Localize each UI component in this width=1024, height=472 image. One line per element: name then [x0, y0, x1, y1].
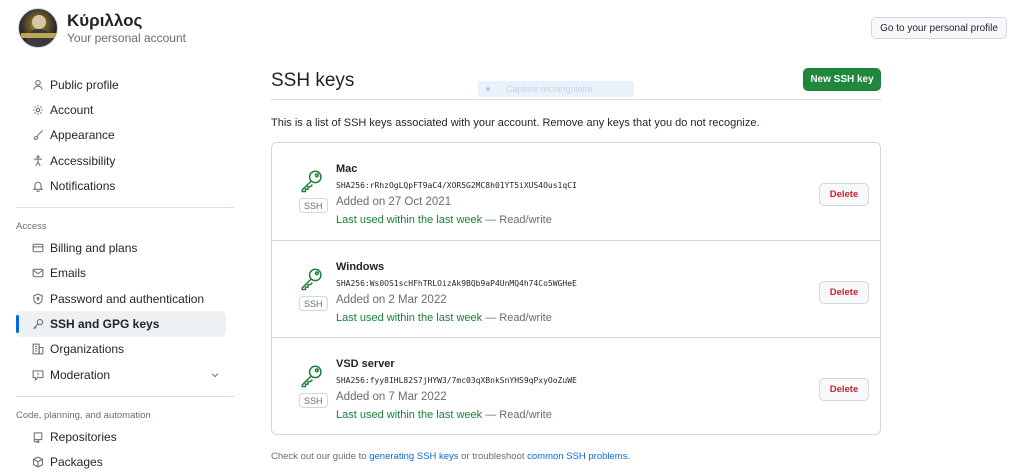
go-to-profile-button[interactable]: Go to your personal profile	[871, 17, 1007, 39]
sidebar-item-label: Packages	[50, 455, 103, 470]
key-access-level: — Read/write	[482, 214, 552, 226]
sidebar-item-label: Emails	[50, 266, 87, 281]
sidebar-item-repositories[interactable]: Repositories	[16, 424, 234, 449]
person-icon	[32, 79, 44, 91]
delete-key-button[interactable]: Delete	[819, 378, 869, 401]
ssh-key-row: SSH Mac SHA256:rRhzOgLQpFT9aC4/XOR5G2MC8…	[272, 143, 880, 240]
sidebar-item-ssh-gpg-keys[interactable]: SSH and GPG keys	[16, 311, 226, 337]
ssh-key-list: SSH Mac SHA256:rRhzOgLQpFT9aC4/XOR5G2MC8…	[271, 142, 881, 435]
sidebar-item-label: Repositories	[50, 429, 117, 444]
sidebar-item-label: Appearance	[50, 128, 115, 143]
settings-sidebar: Public profile Account Appearance Access…	[16, 72, 234, 472]
key-last-used: Last used within the last week — Read/wr…	[336, 213, 577, 227]
paintbrush-icon	[32, 129, 44, 141]
organization-icon	[32, 343, 44, 355]
key-name: Windows	[336, 261, 385, 273]
key-info: Mac SHA256:rRhzOgLQpFT9aC4/XOR5G2MC8h01Y…	[336, 162, 577, 227]
sidebar-section-access: Access	[16, 220, 47, 232]
footer-suffix: .	[627, 451, 631, 462]
key-added-date: Added on 7 Mar 2022	[336, 391, 447, 403]
ssh-badge: SSH	[299, 296, 328, 311]
common-ssh-problems-link[interactable]: common SSH problems	[527, 451, 627, 462]
sidebar-item-organizations[interactable]: Organizations	[16, 337, 234, 362]
sidebar-item-password[interactable]: Password and authentication	[16, 286, 234, 311]
key-name: VSD server	[336, 358, 395, 370]
key-icon	[299, 363, 325, 389]
sidebar-item-account[interactable]: Account	[16, 97, 234, 122]
sidebar-item-label: Billing and plans	[50, 241, 138, 256]
sidebar-item-label: Notifications	[50, 178, 116, 193]
key-info: VSD server SHA256:fyy8IHL82S7jHYW3/7mc03…	[336, 357, 577, 422]
key-name: Mac	[336, 163, 358, 175]
sidebar-item-moderation[interactable]: Moderation	[16, 362, 234, 387]
sidebar-item-label: Accessibility	[50, 153, 116, 168]
key-added-date: Added on 27 Oct 2021	[336, 196, 452, 208]
key-icon	[32, 318, 44, 330]
credit-card-icon	[32, 242, 44, 254]
key-fingerprint: SHA256:rRhzOgLQpFT9aC4/XOR5G2MC8h01YT5iX…	[336, 181, 577, 190]
sidebar-item-emails[interactable]: Emails	[16, 261, 234, 286]
account-subtitle: Your personal account	[67, 30, 186, 45]
chevron-down-icon[interactable]	[210, 369, 220, 383]
key-fingerprint: SHA256:Ws0OS1scHFhTRLOizAk9BQb9aP4UnMQ4h…	[336, 279, 577, 288]
avatar[interactable]	[18, 8, 58, 48]
report-icon	[32, 369, 44, 381]
key-icon	[299, 266, 325, 292]
key-access-level: — Read/write	[482, 409, 552, 421]
shield-lock-icon	[32, 293, 44, 305]
account-info: Κύριλλος Your personal account	[67, 11, 186, 46]
sidebar-divider	[16, 396, 234, 398]
key-info: Windows SHA256:Ws0OS1scHFhTRLOizAk9BQb9a…	[336, 260, 577, 325]
delete-key-button[interactable]: Delete	[819, 281, 869, 304]
sidebar-item-packages[interactable]: Packages	[16, 450, 234, 472]
gear-icon	[32, 104, 44, 116]
ssh-key-row: SSH VSD server SHA256:fyy8IHL82S7jHYW3/7…	[272, 337, 880, 434]
bell-icon	[32, 180, 44, 192]
sidebar-item-public-profile[interactable]: Public profile	[16, 72, 234, 97]
sidebar-item-notifications[interactable]: Notifications	[16, 173, 234, 198]
repo-icon	[32, 431, 44, 443]
ssh-keys-panel: SSH keys Capture rectangulaire New SSH k…	[271, 66, 881, 462]
key-last-used-text: Last used within the last week	[336, 312, 483, 324]
accessibility-icon	[32, 154, 44, 167]
ssh-key-row: SSH Windows SHA256:Ws0OS1scHFhTRLOizAk9B…	[272, 240, 880, 337]
capture-overlay-label: Capture rectangulaire	[506, 84, 593, 94]
footer-prefix: Check out our guide to	[271, 451, 370, 462]
capture-overlay: Capture rectangulaire	[478, 81, 634, 97]
delete-key-button[interactable]: Delete	[819, 183, 869, 206]
generating-ssh-keys-link[interactable]: generating SSH keys	[369, 451, 458, 462]
page-header: SSH keys Capture rectangulaire New SSH k…	[271, 66, 881, 100]
sidebar-item-accessibility[interactable]: Accessibility	[16, 148, 234, 173]
ssh-badge: SSH	[299, 393, 328, 408]
key-last-used: Last used within the last week — Read/wr…	[336, 311, 577, 325]
sidebar-item-appearance[interactable]: Appearance	[16, 123, 234, 148]
key-icon	[299, 168, 325, 194]
sidebar-item-billing[interactable]: Billing and plans	[16, 235, 234, 260]
sidebar-section-code: Code, planning, and automation	[16, 409, 151, 421]
new-ssh-key-button[interactable]: New SSH key	[803, 68, 881, 91]
sidebar-divider	[16, 207, 234, 209]
account-header: Κύριλλος Your personal account	[18, 8, 186, 48]
account-name: Κύριλλος	[67, 10, 143, 30]
mail-icon	[32, 267, 44, 279]
key-access-level: — Read/write	[482, 312, 552, 324]
sidebar-item-label: Password and authentication	[50, 291, 205, 306]
sidebar-item-label: Moderation	[50, 367, 111, 382]
package-icon	[32, 456, 44, 468]
key-last-used: Last used within the last week — Read/wr…	[336, 408, 577, 422]
sidebar-item-label: Organizations	[50, 342, 125, 357]
key-last-used-text: Last used within the last week	[336, 214, 483, 226]
sidebar-item-label: Public profile	[50, 77, 119, 92]
key-added-date: Added on 2 Mar 2022	[336, 294, 447, 306]
sidebar-item-label: Account	[50, 102, 94, 117]
footer-note: Check out our guide to generating SSH ke…	[271, 451, 881, 462]
sidebar-item-label: SSH and GPG keys	[50, 317, 160, 332]
page-description: This is a list of SSH keys associated wi…	[271, 117, 760, 129]
ssh-badge: SSH	[299, 198, 328, 213]
key-fingerprint: SHA256:fyy8IHL82S7jHYW3/7mc03qXBnkSnYHS9…	[336, 376, 577, 385]
key-last-used-text: Last used within the last week	[336, 409, 483, 421]
footer-middle: or troubleshoot	[458, 451, 528, 462]
